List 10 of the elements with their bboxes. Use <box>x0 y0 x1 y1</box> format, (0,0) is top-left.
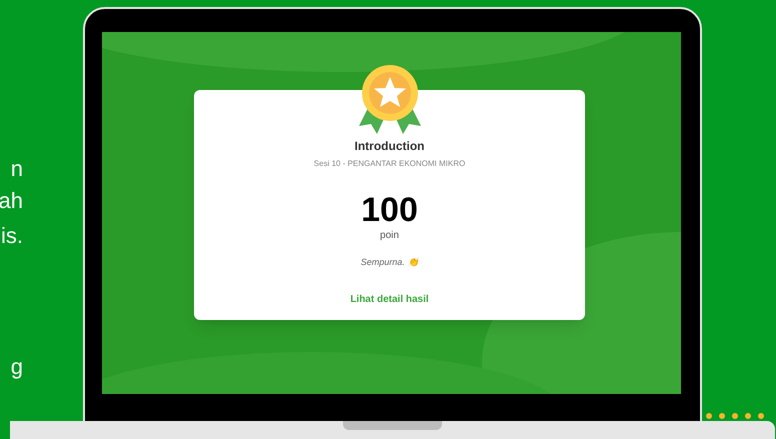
side-text: n <box>10 155 23 183</box>
score-unit: poin <box>380 229 399 243</box>
dots-drawing <box>706 413 764 419</box>
score-value: 100 <box>361 192 418 228</box>
remark-text: Sempurna. 👏 <box>360 256 418 269</box>
session-subtitle: Sesi 10 - PENGANTAR EKONOMI MIKRO <box>314 158 466 170</box>
quiz-title: Introduction <box>354 138 424 155</box>
detail-link[interactable]: Lihat detail hasil <box>350 292 429 306</box>
side-text: g <box>10 353 23 381</box>
side-text: is. <box>1 222 23 250</box>
